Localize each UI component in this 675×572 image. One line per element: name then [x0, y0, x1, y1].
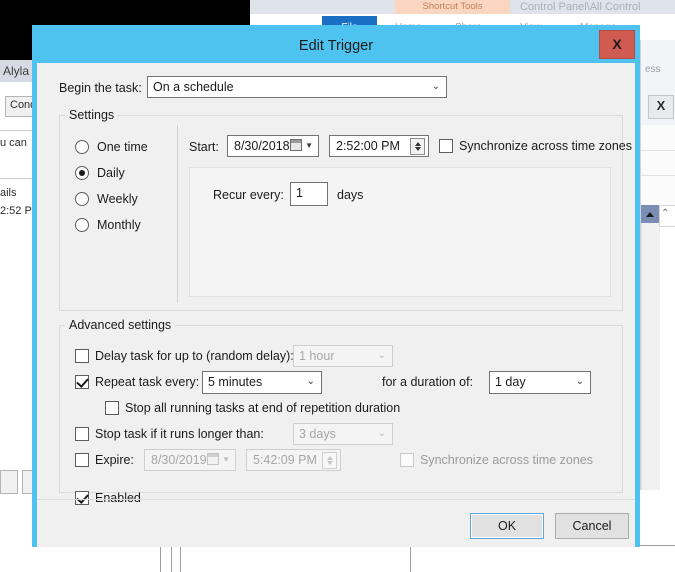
- close-icon[interactable]: X: [599, 30, 635, 59]
- background-access-dropdown: ess: [645, 62, 675, 78]
- stop-all-running-tasks-label: Stop all running tasks at end of repetit…: [125, 400, 400, 416]
- radio-one-time[interactable]: [75, 140, 89, 154]
- radio-monthly[interactable]: [75, 218, 89, 232]
- start-time-spinner[interactable]: 2:52:00 PM: [329, 135, 429, 157]
- chevron-down-icon: ⌄: [576, 372, 584, 392]
- checkbox-repeat-task[interactable]: [75, 375, 89, 389]
- recur-unit-label: days: [337, 187, 363, 203]
- background-bottom-button-1: [0, 470, 18, 494]
- begin-task-value: On a schedule: [153, 80, 234, 94]
- background-row-divider-2: [641, 175, 675, 176]
- begin-task-label: Begin the task:: [59, 80, 142, 96]
- background-scrollbar-track: [641, 205, 660, 490]
- settings-group-title: Settings: [65, 108, 118, 122]
- background-left-panel: [0, 60, 36, 490]
- background-left-divider: [0, 178, 36, 179]
- duration-combo[interactable]: 1 day ⌄: [489, 371, 591, 394]
- spinner-arrows-icon[interactable]: [410, 138, 425, 155]
- checkbox-expire-sync-time-zones: [400, 453, 414, 467]
- scroll-up-arrow-icon: [641, 205, 659, 223]
- start-date-value: 8/30/2018: [234, 139, 290, 153]
- chevron-down-icon: ⌄: [307, 372, 315, 392]
- background-close-icon: X: [648, 95, 674, 119]
- radio-one-time-label: One time: [97, 139, 148, 155]
- checkbox-delay-task[interactable]: [75, 349, 89, 363]
- repeat-interval-combo[interactable]: 5 minutes ⌄: [202, 371, 322, 394]
- expire-time-value: 5:42:09 PM: [253, 453, 317, 467]
- expire-sync-time-zones-label: Synchronize across time zones: [420, 452, 593, 468]
- recur-every-value: 1: [296, 186, 303, 200]
- recur-every-input[interactable]: 1: [290, 182, 328, 206]
- enabled-label: Enabled: [95, 490, 141, 506]
- chevron-down-icon: ▼: [222, 450, 230, 470]
- dialog-body: Begin the task: On a schedule ⌄ Settings…: [37, 63, 635, 547]
- edit-trigger-dialog: Edit Trigger X Begin the task: On a sche…: [32, 25, 640, 547]
- dialog-titlebar: Edit Trigger X: [37, 30, 635, 63]
- checkbox-enabled[interactable]: [75, 491, 89, 505]
- cancel-button[interactable]: Cancel: [555, 513, 629, 539]
- expire-date-value: 8/30/2019: [151, 453, 207, 467]
- dialog-title: Edit Trigger: [37, 30, 635, 63]
- radio-weekly-label: Weekly: [97, 191, 138, 207]
- ok-button[interactable]: OK: [470, 513, 544, 539]
- background-control-panel-title: Control Panel\All Control: [520, 0, 675, 14]
- settings-separator: [177, 125, 178, 303]
- chevron-down-icon: ⌄: [378, 424, 386, 444]
- stop-task-duration-value: 3 days: [299, 427, 336, 441]
- expire-label: Expire:: [95, 452, 134, 468]
- sync-time-zones-label: Synchronize across time zones: [459, 138, 632, 154]
- start-date-picker[interactable]: 8/30/2018 ▼: [227, 135, 319, 157]
- begin-task-combo[interactable]: On a schedule ⌄: [147, 76, 447, 98]
- checkbox-expire[interactable]: [75, 453, 89, 467]
- stop-task-duration-combo: 3 days ⌄: [293, 423, 393, 445]
- stop-task-if-longer-label: Stop task if it runs longer than:: [95, 426, 264, 442]
- delay-duration-combo: 1 hour ⌄: [293, 345, 393, 367]
- background-shortcut-tools-tab: Shortcut Tools: [395, 0, 510, 14]
- background-row-divider-1: [641, 150, 675, 151]
- checkbox-stop-all-running-tasks[interactable]: [105, 401, 119, 415]
- recur-every-label: Recur every:: [213, 187, 284, 203]
- background-left-divider-top: [0, 130, 36, 131]
- duration-label: for a duration of:: [382, 374, 473, 390]
- background-right-rows: [641, 125, 675, 205]
- start-time-value: 2:52:00 PM: [336, 139, 400, 153]
- screen: Shortcut Tools Control Panel\All Control…: [0, 0, 675, 572]
- checkbox-sync-time-zones[interactable]: [439, 139, 453, 153]
- footer-separator: [37, 499, 635, 500]
- background-left-text-line2: ails: [0, 185, 36, 201]
- checkbox-stop-task-if-longer[interactable]: [75, 427, 89, 441]
- radio-weekly[interactable]: [75, 192, 89, 206]
- start-label: Start:: [189, 139, 219, 155]
- background-bottom-long-box: [410, 545, 675, 572]
- spinner-arrows-icon: [322, 452, 337, 469]
- radio-daily-label: Daily: [97, 165, 125, 181]
- delay-duration-value: 1 hour: [299, 349, 334, 363]
- background-left-text-line1: u can: [0, 135, 36, 151]
- expire-time-spinner: 5:42:09 PM: [246, 449, 341, 471]
- expire-date-picker: 8/30/2019 ▼: [144, 449, 236, 471]
- radio-daily[interactable]: [75, 166, 89, 180]
- advanced-settings-group-title: Advanced settings: [65, 318, 175, 332]
- calendar-icon: [207, 453, 219, 465]
- calendar-icon: [290, 139, 302, 151]
- radio-monthly-label: Monthly: [97, 217, 141, 233]
- chevron-down-icon: ⌄: [378, 346, 386, 366]
- repeat-interval-value: 5 minutes: [208, 375, 262, 389]
- delay-task-label: Delay task for up to (random delay):: [95, 348, 294, 364]
- chevron-down-icon: ⌄: [432, 77, 440, 97]
- chevron-up-icon: ⌃: [661, 208, 673, 220]
- background-left-text-line3: 2:52 P: [0, 203, 36, 219]
- duration-value: 1 day: [495, 375, 526, 389]
- repeat-task-label: Repeat task every:: [95, 374, 199, 390]
- chevron-down-icon: ▼: [305, 136, 313, 156]
